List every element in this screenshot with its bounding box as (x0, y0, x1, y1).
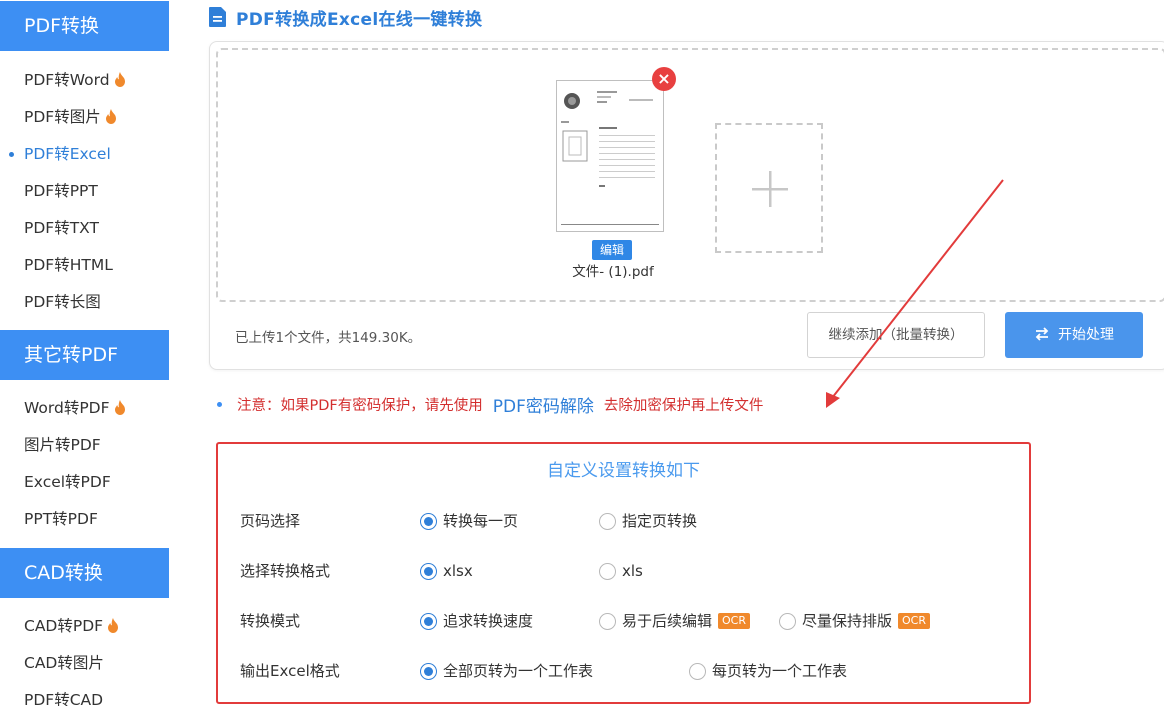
file-name: 文件- (1).pdf (572, 264, 654, 280)
output-format-label: 输出Excel格式 (240, 662, 340, 680)
start-process-button[interactable]: 开始处理 (1005, 312, 1143, 358)
option-label: xls (622, 562, 643, 580)
radio-checked[interactable] (420, 662, 437, 680)
option-label: 全部页转为一个工作表 (443, 662, 594, 680)
option-label: 每页转为一个工作表 (712, 662, 848, 680)
option-keep-layout[interactable]: 尽量保持排版 OCR (779, 610, 930, 632)
radio-checked[interactable] (420, 612, 437, 630)
edit-file-button[interactable]: 编辑 (592, 240, 632, 260)
main-content: PDF转换成Excel在线一键转换 × 编辑 文件- (1).pdf 已上传1个… (169, 0, 1164, 706)
sidebar-list-other-to-pdf: Word转PDF 图片转PDF Excel转PDF PPT转PDF (0, 382, 169, 546)
upload-card: × 编辑 文件- (1).pdf 已上传1个文件，共149.30K。 继续添加（… (209, 41, 1164, 370)
remove-file-button[interactable]: × (652, 67, 676, 91)
sidebar-item-label: PDF转CAD (24, 691, 104, 706)
sidebar-item-pdf-to-txt[interactable]: PDF转TXT (0, 210, 169, 247)
sidebar-item-label: CAD转图片 (24, 654, 104, 672)
option-xlsx[interactable]: xlsx (420, 560, 473, 582)
sidebar-item-label: PDF转HTML (24, 256, 113, 274)
flame-icon (108, 618, 119, 633)
option-label: 尽量保持排版 (802, 612, 893, 630)
flame-icon (105, 109, 116, 124)
bullet-dot (217, 402, 222, 407)
radio-unchecked[interactable] (779, 612, 796, 630)
radio-unchecked[interactable] (599, 562, 616, 580)
sidebar-item-cad-to-pdf[interactable]: CAD转PDF (0, 608, 169, 645)
plus-icon (752, 171, 788, 207)
sidebar-item-pdf-to-ppt[interactable]: PDF转PPT (0, 173, 169, 210)
option-specific-pages[interactable]: 指定页转换 (599, 510, 697, 532)
sidebar-item-pdf-to-excel[interactable]: PDF转Excel (0, 136, 169, 173)
sidebar-item-label: Excel转PDF (24, 473, 111, 491)
radio-checked[interactable] (420, 562, 437, 580)
page-header: PDF转换成Excel在线一键转换 (209, 6, 483, 30)
option-label: 追求转换速度 (443, 612, 534, 630)
option-single-sheet[interactable]: 全部页转为一个工作表 (420, 660, 593, 682)
option-label: 转换每一页 (443, 512, 519, 530)
sidebar-section-pdf-convert: PDF转换 (0, 1, 169, 51)
sidebar-section-other-to-pdf: 其它转PDF (0, 330, 169, 380)
settings-title: 自定义设置转换如下 (547, 461, 700, 481)
start-process-label: 开始处理 (1058, 327, 1114, 343)
sidebar-list-pdf-convert: PDF转Word PDF转图片 PDF转Excel PDF转PPT PDF转TX… (0, 54, 169, 329)
option-xls[interactable]: xls (599, 560, 643, 582)
option-sheet-per-page[interactable]: 每页转为一个工作表 (689, 660, 847, 682)
pdf-unlock-link[interactable]: PDF密码解除 (493, 392, 594, 417)
sidebar-item-pdf-to-long-image[interactable]: PDF转长图 (0, 284, 169, 321)
sidebar-list-cad-convert: CAD转PDF CAD转图片 PDF转CAD (0, 600, 169, 706)
sidebar-item-label: PDF转TXT (24, 219, 99, 237)
conversion-mode-label: 转换模式 (240, 612, 301, 630)
sidebar-item-label: PDF转PPT (24, 182, 98, 200)
flame-icon (114, 400, 125, 415)
sidebar-item-pdf-to-image[interactable]: PDF转图片 (0, 99, 169, 136)
sidebar-item-label: PDF转Word (24, 71, 110, 89)
sidebar-item-label: Word转PDF (24, 399, 110, 417)
continue-add-button[interactable]: 继续添加（批量转换） (807, 312, 985, 358)
page-selection-label: 页码选择 (240, 512, 301, 530)
sidebar: PDF转换 PDF转Word PDF转图片 PDF转Excel PDF转PPT … (0, 0, 169, 706)
ocr-badge: OCR (718, 613, 750, 629)
sidebar-item-pdf-to-word[interactable]: PDF转Word (0, 62, 169, 99)
sidebar-item-pdf-to-html[interactable]: PDF转HTML (0, 247, 169, 284)
swap-arrows-icon (1035, 327, 1049, 341)
sidebar-item-label: CAD转PDF (24, 617, 104, 635)
settings-panel: 自定义设置转换如下 页码选择 转换每一页 指定页转换 选择转换格式 xlsx x… (216, 442, 1031, 704)
page-title: PDF转换成Excel在线一键转换 (236, 9, 483, 30)
flame-icon (114, 72, 125, 87)
add-file-tile[interactable] (715, 123, 823, 253)
file-thumbnail[interactable] (556, 80, 664, 232)
password-notice: 注意：如果PDF有密码保护，请先使用 PDF密码解除 去除加密保护再上传文件 (217, 392, 763, 417)
sidebar-item-label: PDF转Excel (24, 145, 111, 163)
file-drop-zone[interactable]: × 编辑 文件- (1).pdf (216, 48, 1164, 302)
option-label: xlsx (443, 562, 473, 580)
sidebar-section-cad-convert: CAD转换 (0, 548, 169, 598)
option-label: 易于后续编辑 (622, 612, 713, 630)
sidebar-item-label: PDF转图片 (24, 108, 101, 126)
sidebar-item-label: 图片转PDF (24, 436, 101, 454)
ocr-badge: OCR (898, 613, 930, 629)
sidebar-item-label: PPT转PDF (24, 510, 98, 528)
option-speed[interactable]: 追求转换速度 (420, 610, 533, 632)
format-selection-label: 选择转换格式 (240, 562, 331, 580)
radio-unchecked[interactable] (689, 662, 706, 680)
sidebar-item-excel-to-pdf[interactable]: Excel转PDF (0, 464, 169, 501)
option-convert-every-page[interactable]: 转换每一页 (420, 510, 518, 532)
sidebar-item-label: PDF转长图 (24, 293, 101, 311)
radio-unchecked[interactable] (599, 512, 616, 530)
document-preview-icon (561, 91, 659, 225)
notice-suffix: 去除加密保护再上传文件 (603, 398, 764, 414)
notice-prefix: 注意：如果PDF有密码保护，请先使用 (237, 398, 483, 414)
sidebar-item-pdf-to-cad[interactable]: PDF转CAD (0, 682, 169, 706)
sidebar-item-cad-to-image[interactable]: CAD转图片 (0, 645, 169, 682)
sidebar-item-image-to-pdf[interactable]: 图片转PDF (0, 427, 169, 464)
upload-summary: 已上传1个文件，共149.30K。 (235, 330, 422, 346)
sidebar-item-word-to-pdf[interactable]: Word转PDF (0, 390, 169, 427)
radio-checked[interactable] (420, 512, 437, 530)
option-easy-edit[interactable]: 易于后续编辑 OCR (599, 610, 750, 632)
document-icon (209, 7, 226, 27)
radio-unchecked[interactable] (599, 612, 616, 630)
sidebar-item-ppt-to-pdf[interactable]: PPT转PDF (0, 501, 169, 538)
option-label: 指定页转换 (622, 512, 698, 530)
